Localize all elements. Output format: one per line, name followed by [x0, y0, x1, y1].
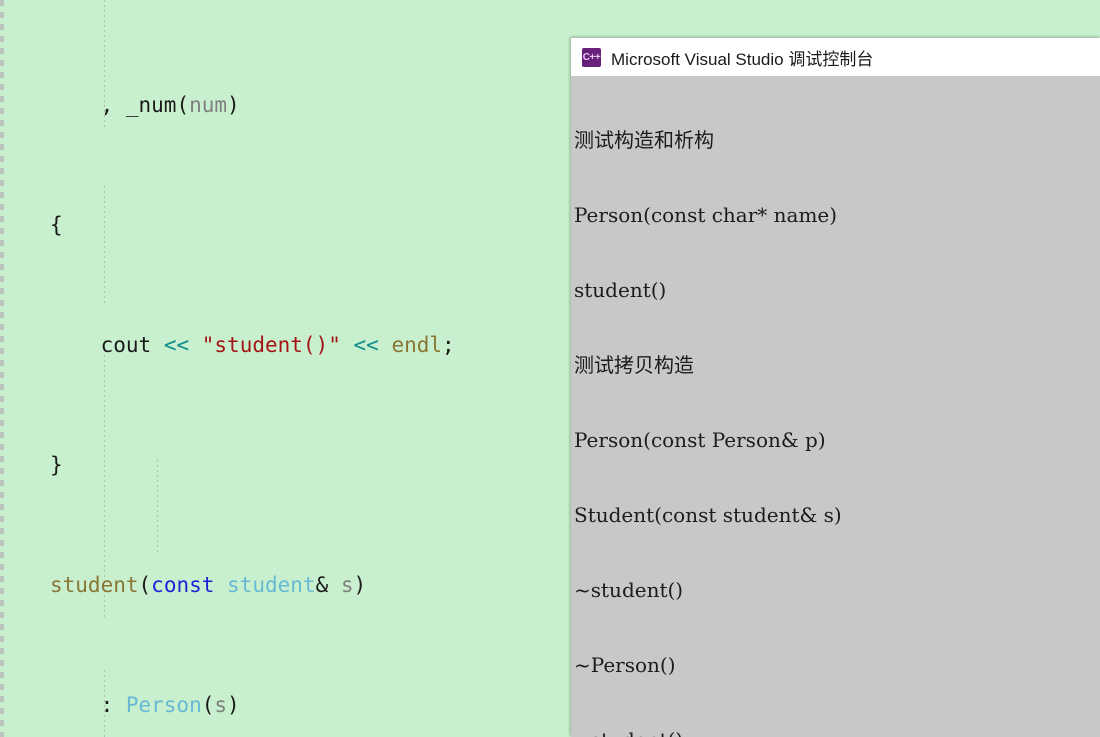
- visual-studio-cpp-icon: C++: [582, 47, 601, 67]
- console-title: Microsoft Visual Studio 调试控制台: [611, 49, 874, 69]
- debug-console-window[interactable]: C++ Microsoft Visual Studio 调试控制台 测试构造和析…: [571, 38, 1100, 737]
- console-line: Person(const char* name): [574, 203, 838, 227]
- console-line: ~Person(): [574, 653, 676, 677]
- console-line: ~student(): [574, 578, 684, 602]
- console-line: student(): [574, 278, 667, 302]
- console-output[interactable]: 测试构造和析构 Person(const char* name) student…: [571, 76, 1100, 737]
- console-line: 测试拷贝构造: [574, 353, 694, 377]
- console-titlebar[interactable]: C++ Microsoft Visual Studio 调试控制台: [571, 38, 1100, 76]
- visual-studio-cpp-icon-label: C++: [582, 51, 601, 63]
- console-line: Student(const student& s): [574, 503, 842, 527]
- console-line: 测试构造和析构: [574, 128, 714, 152]
- console-line: Person(const Person& p): [574, 428, 826, 452]
- console-line: ~student(): [574, 728, 1100, 737]
